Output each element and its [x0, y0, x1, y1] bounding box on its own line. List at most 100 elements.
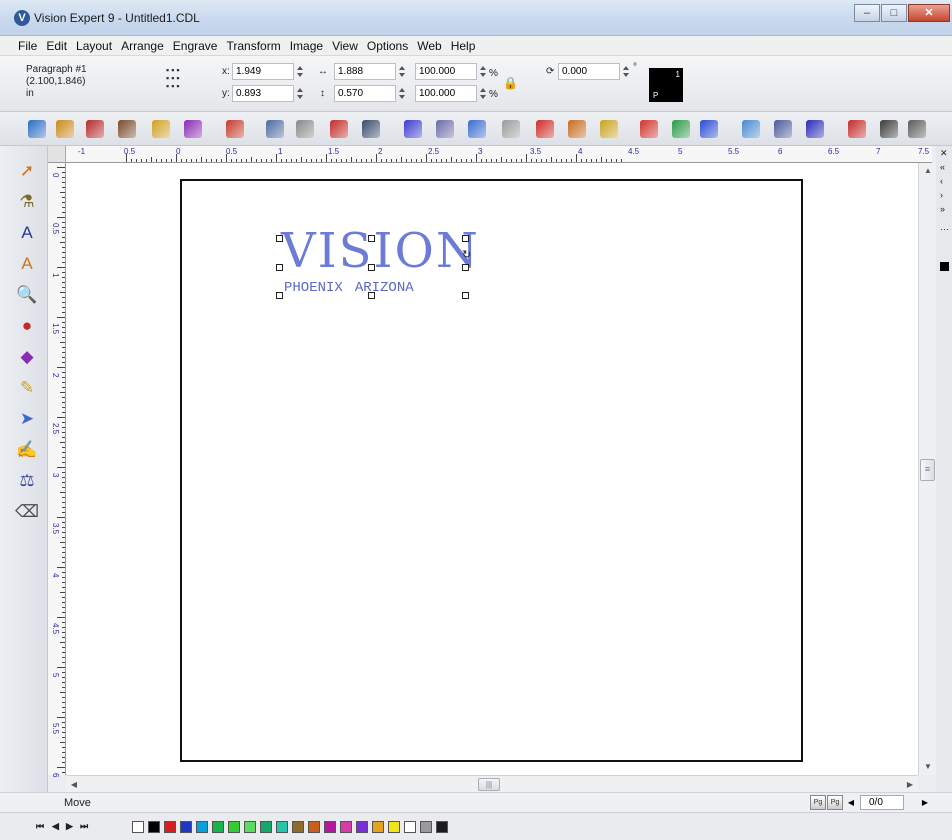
width-spin-icon[interactable] [398, 63, 406, 80]
menu-engrave[interactable]: Engrave [173, 39, 218, 53]
page-layout-icon[interactable]: Pg [827, 795, 843, 810]
selection-handle-br[interactable] [462, 292, 469, 299]
pencil-tool-icon[interactable]: ✎ [16, 377, 38, 399]
side-last-icon[interactable]: » [940, 204, 945, 214]
rotate-handle-icon[interactable]: ↻ [462, 248, 471, 261]
text-icon[interactable] [774, 120, 792, 138]
selection-handle-tr[interactable] [462, 235, 469, 242]
engrave-icon[interactable] [184, 120, 202, 138]
horizontal-scroll-thumb[interactable]: ||| [478, 778, 500, 791]
trace-icon[interactable] [880, 120, 898, 138]
menu-transform[interactable]: Transform [226, 39, 280, 53]
palette-first-icon[interactable]: ⏮ [36, 821, 44, 832]
horizontal-ruler[interactable]: -1 0.5 0 0.5 1 1.5 2 2.5 3 3.5 4 4.5 5 5.5 6 6.5 7 7.5 [66, 146, 932, 163]
scroll-down-icon[interactable]: ▼ [919, 759, 937, 775]
vertical-ruler[interactable]: 0 0.5 1 1.5 2 2.5 3 3.5 4 4.5 5 5.5 6 [48, 163, 66, 777]
y-position-field[interactable]: 0.893 [232, 85, 294, 102]
menu-help[interactable]: Help [451, 39, 476, 53]
close-button[interactable]: ✕ [908, 4, 950, 22]
tool-icon[interactable] [908, 120, 926, 138]
vision-text[interactable]: VISION [281, 227, 480, 275]
palette-swatch[interactable] [276, 821, 288, 833]
library-icon[interactable] [600, 120, 618, 138]
selection-handle-mc[interactable] [368, 264, 375, 271]
align-icon[interactable] [742, 120, 760, 138]
scale-y-spin-icon[interactable] [479, 85, 487, 102]
maximize-button[interactable]: □ [881, 4, 907, 22]
horizontal-scrollbar[interactable]: ◀ ||| ▶ [66, 775, 918, 792]
palette-swatch[interactable] [324, 821, 336, 833]
selection-handle-bl[interactable] [276, 292, 283, 299]
menu-options[interactable]: Options [367, 39, 408, 53]
palette-swatch[interactable] [372, 821, 384, 833]
side-close-icon[interactable]: ✕ [940, 148, 948, 159]
select-tool-icon[interactable]: ➚ [16, 160, 38, 182]
palette-swatch[interactable] [308, 821, 320, 833]
reference-point-grid[interactable]: ▪▪▪ ▪▪▪ ▪▪▪ [166, 66, 182, 91]
artistic-text-icon[interactable]: A [16, 253, 38, 275]
palette-swatch[interactable] [164, 821, 176, 833]
open-icon[interactable] [28, 120, 46, 138]
menu-view[interactable]: View [332, 39, 358, 53]
shape-tool-icon[interactable]: ● [16, 315, 38, 337]
group-icon[interactable] [672, 120, 690, 138]
rotation-spin-icon[interactable] [622, 63, 630, 80]
height-field[interactable]: 0.570 [334, 85, 396, 102]
palette-swatch[interactable] [196, 821, 208, 833]
drawing-canvas[interactable]: VISION PHOENIX ARIZONA ↻ [66, 163, 918, 775]
y-spin-icon[interactable] [296, 85, 304, 102]
weld-icon[interactable] [502, 120, 520, 138]
page-view-icon[interactable]: Pg [810, 795, 826, 810]
palette-prev-icon[interactable]: ◀ [52, 821, 59, 832]
palette-swatch[interactable] [420, 821, 432, 833]
palette-swatch[interactable] [180, 821, 192, 833]
brush-tool-icon[interactable]: ✍ [16, 439, 38, 461]
palette-swatch[interactable] [340, 821, 352, 833]
fill-icon[interactable] [568, 120, 586, 138]
import-icon[interactable] [118, 120, 136, 138]
undo-icon[interactable] [266, 120, 284, 138]
plot-icon[interactable] [226, 120, 244, 138]
image-icon[interactable] [436, 120, 454, 138]
menu-image[interactable]: Image [290, 39, 323, 53]
fill-tool-icon[interactable]: ◆ [16, 346, 38, 368]
selection-handle-tl[interactable] [276, 235, 283, 242]
palette-swatch[interactable] [148, 821, 160, 833]
ruler-origin[interactable] [48, 146, 66, 163]
layer-icon[interactable] [404, 120, 422, 138]
node-edit-icon[interactable]: ➤ [16, 408, 38, 430]
palette-swatch[interactable] [436, 821, 448, 833]
scroll-left-icon[interactable]: ◀ [66, 776, 82, 793]
menu-file[interactable]: File [18, 39, 37, 53]
page-next-icon[interactable]: ▶ [918, 795, 932, 810]
print-icon[interactable] [86, 120, 104, 138]
selection-handle-tc[interactable] [368, 235, 375, 242]
save-icon[interactable] [56, 120, 74, 138]
palette-swatch[interactable] [356, 821, 368, 833]
width-field[interactable]: 1.888 [334, 63, 396, 80]
text-tool-icon[interactable]: A [16, 222, 38, 244]
palette-swatch[interactable] [404, 821, 416, 833]
scale-x-field[interactable]: 100.000 [415, 63, 477, 80]
side-next-icon[interactable]: › [940, 190, 943, 200]
zoom-tool-icon[interactable]: 🔍 [16, 284, 38, 306]
menu-web[interactable]: Web [417, 39, 441, 53]
panel-icon[interactable] [468, 120, 486, 138]
palette-swatch[interactable] [292, 821, 304, 833]
lock-icon[interactable]: 🔒 [503, 76, 518, 90]
engrave-tool-icon[interactable]: ⚗ [16, 191, 38, 213]
side-prev-icon[interactable]: ‹ [940, 176, 943, 186]
height-spin-icon[interactable] [398, 85, 406, 102]
border-icon[interactable] [806, 120, 824, 138]
location-text[interactable]: PHOENIX ARIZONA [284, 280, 414, 296]
scale-y-field[interactable]: 100.000 [415, 85, 477, 102]
palette-last-icon[interactable]: ⏭ [80, 821, 88, 832]
rotation-field[interactable]: 0.000 [558, 63, 620, 80]
selection-handle-mr[interactable] [462, 264, 469, 271]
palette-swatch[interactable] [244, 821, 256, 833]
measure-tool-icon[interactable]: ⚖ [16, 470, 38, 492]
color-swatch[interactable]: 1 P [649, 68, 683, 102]
selection-handle-ml[interactable] [276, 264, 283, 271]
vision-logo-icon[interactable]: V [14, 10, 30, 26]
palette-swatch[interactable] [228, 821, 240, 833]
